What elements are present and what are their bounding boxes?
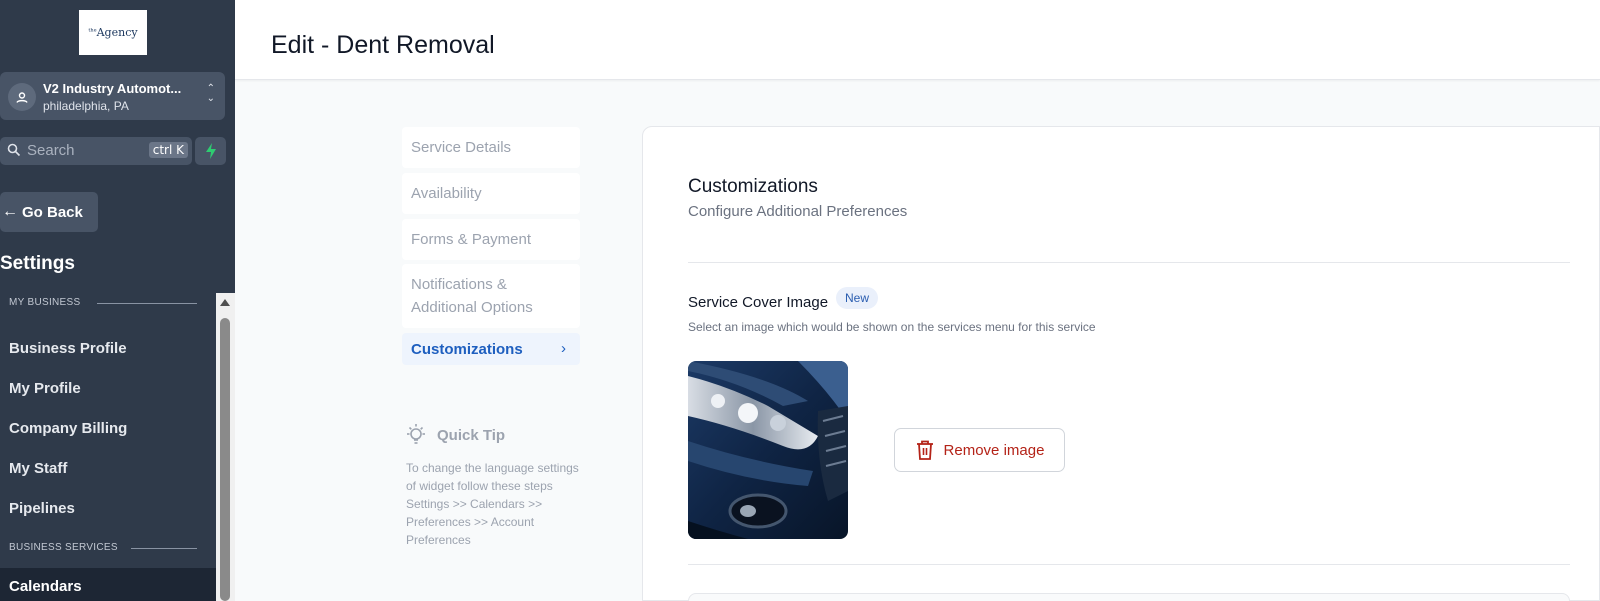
sidebar-item-company-billing[interactable]: Company Billing [9,420,127,437]
search-icon [7,143,21,162]
step-label: Customizations [411,341,523,358]
new-badge: New [836,287,879,309]
scroll-up-arrow-icon[interactable] [220,299,230,306]
sidebar-item-my-staff[interactable]: My Staff [9,460,67,477]
sidebar-item-pipelines[interactable]: Pipelines [9,500,75,517]
light-bulb-icon [407,424,425,444]
go-back-button[interactable]: ← Go Back [0,192,98,232]
step-forms-payment[interactable]: Forms & Payment [402,219,580,260]
step-customizations[interactable]: Customizations › [402,333,580,365]
location-city: philadelphia, PA [43,99,129,113]
location-switcher[interactable]: V2 Industry Automot... philadelphia, PA … [0,72,225,120]
card-title: Customizations [688,176,818,197]
quick-tip-body: To change the language settings of widge… [406,461,579,547]
sidebar-scrollbar[interactable] [216,293,235,601]
search-placeholder: Search [27,142,75,159]
location-pin-icon [8,83,36,111]
cover-image-help: Select an image which would be shown on … [688,320,1096,334]
service-cover-image[interactable] [688,361,848,539]
chevron-right-icon: › [561,340,566,357]
lightning-bolt-icon [205,143,216,159]
page-header: Edit - Dent Removal [235,0,1600,80]
go-back-label: Go Back [22,203,83,221]
step-service-details[interactable]: Service Details [402,127,580,168]
section-divider [131,548,197,549]
card-divider [688,564,1570,565]
chevron-updown-icon: ⌃ ⌄ [206,83,215,104]
customizations-card: Customizations Configure Additional Pref… [642,126,1600,601]
quick-actions-button[interactable] [195,137,226,165]
section-label-my-business: MY BUSINESS [9,297,81,308]
remove-image-button[interactable]: Remove image [894,428,1065,472]
car-headlight-image [688,361,848,539]
step-availability[interactable]: Availability [402,173,580,214]
trash-icon [916,440,933,460]
arrow-left-icon: ← [2,203,18,220]
settings-heading: Settings [0,253,75,274]
quick-tip-heading: Quick Tip [405,423,505,447]
sidebar-item-business-profile[interactable]: Business Profile [9,340,127,357]
logo-superscript: the [88,27,97,34]
sidebar-item-label: Calendars [9,578,82,595]
sidebar-item-my-profile[interactable]: My Profile [9,380,81,397]
step-notifications[interactable]: Notifications & Additional Options [402,264,580,328]
section-label-business-services: BUSINESS SERVICES [9,542,118,553]
location-name: V2 Industry Automot... [43,81,182,96]
sidebar: theAgency V2 Industry Automot... philade… [0,0,235,601]
card-divider [688,262,1570,263]
logo-text: Agency [96,26,138,39]
sidebar-item-calendars[interactable]: Calendars [0,568,216,601]
section-divider [97,303,197,304]
cover-image-label: Service Cover Image [688,294,829,311]
search-shortcut: ctrl K [148,142,188,158]
search-input[interactable]: Search ctrl K [0,137,192,165]
scrollbar-thumb[interactable] [220,318,230,601]
card-subtitle: Configure Additional Preferences [688,203,908,220]
agency-logo[interactable]: theAgency [79,10,147,55]
quick-tip-title: Quick Tip [437,426,506,444]
remove-image-label: Remove image [943,441,1045,459]
next-section-box [688,593,1570,601]
page-title: Edit - Dent Removal [271,31,495,59]
